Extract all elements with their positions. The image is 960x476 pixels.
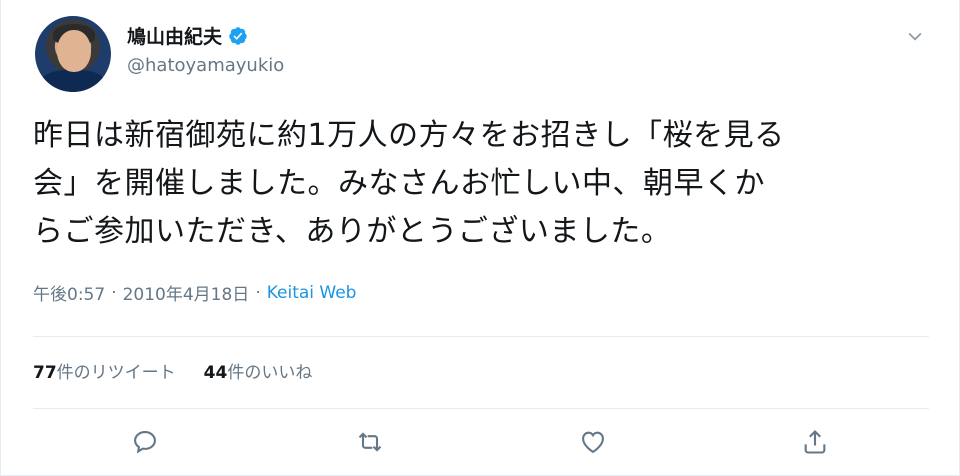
retweets-label: 件のリツイート: [56, 363, 176, 383]
retweets-count: 77: [33, 363, 57, 383]
meta-separator: ·: [111, 282, 117, 303]
verified-badge-icon: [229, 26, 247, 45]
tweet-date[interactable]: 2010年4月18日: [123, 280, 250, 305]
avatar[interactable]: [35, 16, 111, 92]
share-button[interactable]: [801, 428, 831, 458]
author-handle[interactable]: @hatoyamayukio: [127, 55, 284, 76]
divider: [33, 336, 929, 337]
reply-icon: [134, 431, 156, 454]
tweet-text-line: 昨日は新宿御苑に約1万人の方々をお招きし「桜を見る: [33, 118, 785, 153]
retweet-icon: [358, 432, 382, 452]
likes-stat[interactable]: 44件のいいね: [204, 358, 313, 383]
share-icon: [804, 430, 826, 454]
retweet-button[interactable]: [356, 428, 386, 458]
like-icon: [582, 431, 604, 454]
like-button[interactable]: [579, 428, 609, 458]
tweet-text-line: 会」を開催しました。みなさんお忙しい中、朝早くか: [33, 166, 765, 201]
likes-label: 件のいいね: [227, 363, 313, 383]
meta-separator: ·: [255, 282, 261, 303]
reply-button[interactable]: [131, 428, 161, 458]
action-bar: [1, 428, 960, 468]
divider: [33, 408, 929, 409]
tweet-text: 昨日は新宿御苑に約1万人の方々をお招きし「桜を見る 会」を開催しました。みなさん…: [33, 112, 933, 256]
retweets-stat[interactable]: 77件のリツイート: [33, 358, 176, 383]
tweet-text-line: らご参加いただき、ありがとうございました。: [33, 214, 672, 249]
likes-count: 44: [203, 363, 228, 383]
tweet-meta: 午後0:57 · 2010年4月18日 · Keitai Web: [33, 280, 357, 306]
tweet-time[interactable]: 午後0:57: [33, 280, 105, 305]
chevron-down-icon[interactable]: [905, 26, 925, 46]
tweet-card: 鳩山由紀夫 @hatoyamayukio 昨日は新宿御苑に約1万人の方々をお招き…: [0, 0, 960, 476]
author-display-name[interactable]: 鳩山由紀夫: [127, 22, 222, 49]
tweet-stats: 77件のリツイート 44件のいいね: [33, 358, 312, 383]
tweet-source-link[interactable]: Keitai Web: [267, 283, 357, 303]
author-name-row: 鳩山由紀夫: [127, 22, 248, 49]
